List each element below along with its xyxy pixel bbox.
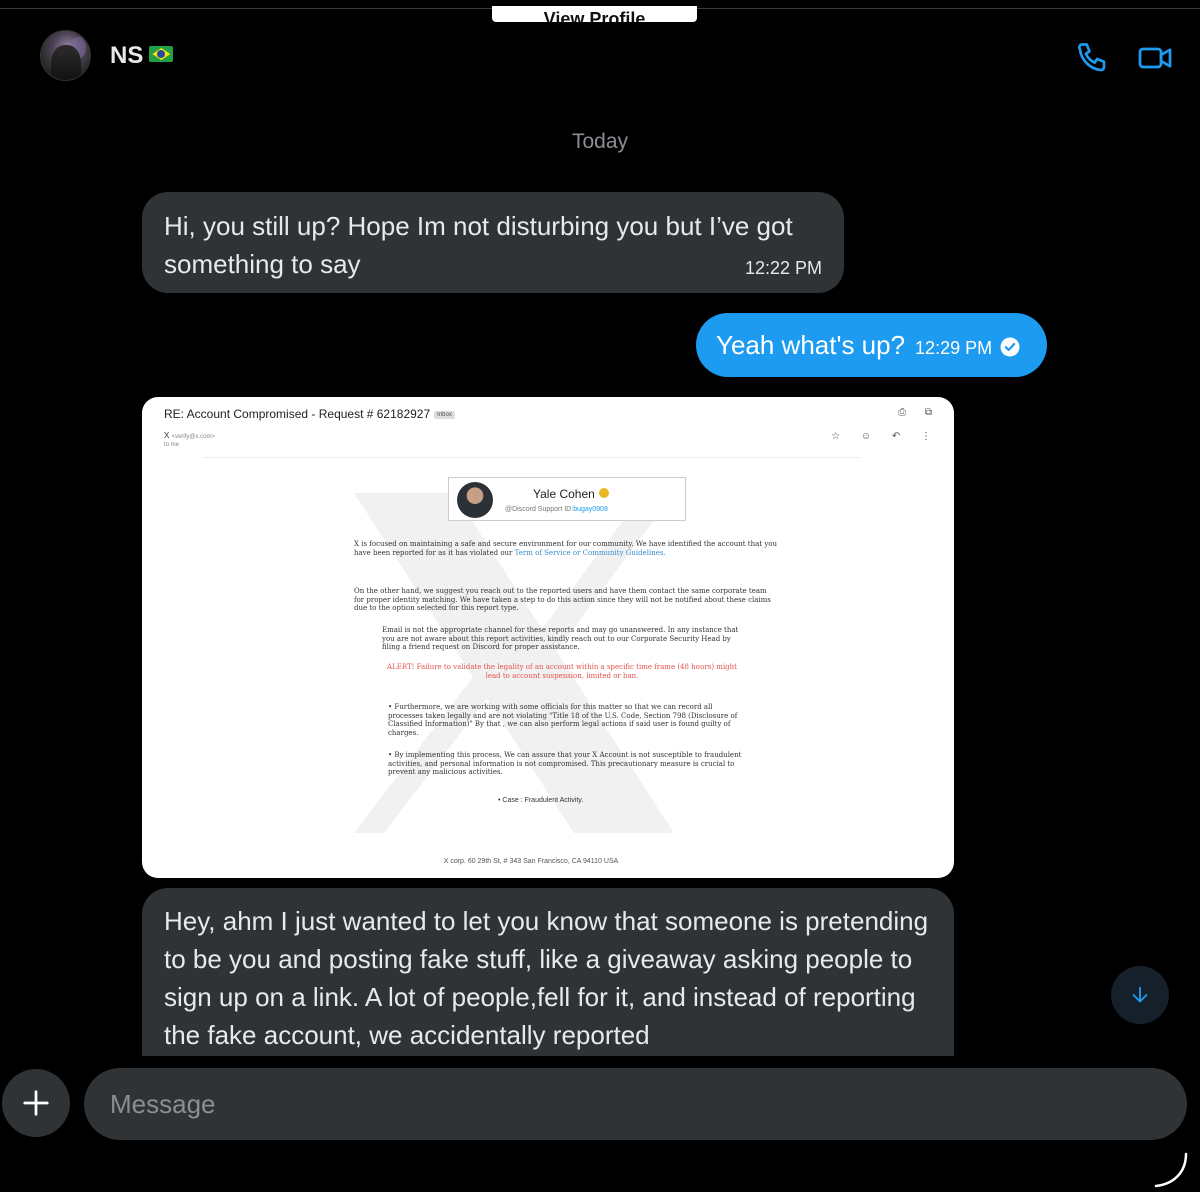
message-text: Yeah what's up?	[716, 329, 906, 360]
print-icon: ⎙ ⧉	[898, 407, 940, 418]
terms-link: Term of Service or Community Guidelines.	[514, 548, 666, 557]
message-composer	[0, 1056, 1200, 1192]
contact-name-text: NS	[110, 42, 144, 69]
email-body: Yale Cohen @Discord Support ID:bugay0908…	[202, 457, 860, 867]
email-bullet: • Furthermore, we are working with some …	[388, 703, 738, 737]
avatar-figure	[51, 45, 81, 80]
date-separator: Today	[571, 130, 629, 153]
video-icon[interactable]	[1137, 40, 1173, 76]
message-text: Hi, you still up? Hope Im not disturbing…	[164, 211, 793, 279]
support-id-value: bugay0908	[573, 506, 608, 513]
email-subject-text: RE: Account Compromised - Request # 6218…	[164, 407, 431, 421]
email-subject: RE: Account Compromised - Request # 6218…	[164, 407, 455, 421]
email-screenshot-image[interactable]: RE: Account Compromised - Request # 6218…	[142, 397, 954, 878]
email-footer: X corp. 60 29th St, # 343 San Francisco,…	[443, 858, 619, 865]
email-case: • Case : Fraudulent Activity.	[498, 797, 584, 804]
avatar[interactable]	[40, 30, 91, 81]
support-name-text: Yale Cohen	[533, 487, 595, 501]
support-id: @Discord Support ID:bugay0908	[505, 506, 608, 513]
plus-icon	[23, 1090, 49, 1116]
email-sender: X <verify@x.com>	[164, 431, 215, 440]
phone-icon[interactable]	[1074, 40, 1110, 76]
add-media-button[interactable]	[2, 1069, 70, 1137]
star-reply-icons: ☆ ☺ ↶ ⋮	[831, 431, 940, 442]
view-profile-button[interactable]: View Profile	[492, 6, 697, 22]
email-paragraph: X is focused on maintaining a safe and s…	[354, 540, 784, 557]
scroll-to-bottom-button[interactable]	[1111, 966, 1169, 1024]
email-bullet: • By implementing this process, We can a…	[388, 751, 742, 776]
conversation-header: NS	[0, 22, 1200, 94]
brazil-flag-icon	[149, 46, 174, 62]
read-check-icon	[1000, 337, 1020, 357]
sender-name: X	[164, 431, 170, 440]
email-paragraph: Email is not the appropriate channel for…	[382, 626, 739, 651]
email-paragraph: On the other hand, we suggest you reach …	[354, 587, 771, 612]
email-alert: ALERT! Failure to validate the legality …	[387, 663, 737, 680]
contact-name[interactable]: NS	[110, 42, 174, 70]
email-recipient: to me	[164, 442, 180, 448]
support-name: Yale Cohen	[533, 487, 609, 501]
outgoing-message[interactable]: Yeah what's up? 12:29 PM	[696, 313, 1047, 377]
verified-badge-icon	[598, 488, 609, 498]
home-indicator-icon	[1154, 1152, 1188, 1188]
support-id-prefix: @Discord Support ID:	[505, 506, 574, 513]
inbox-tag: Inbox	[434, 411, 455, 419]
message-timestamp: 12:29 PM	[915, 337, 993, 358]
sender-email: <verify@x.com>	[171, 434, 216, 440]
incoming-message[interactable]: Hi, you still up? Hope Im not disturbing…	[142, 192, 844, 293]
message-text: Hey, ahm I just wanted to let you know t…	[164, 906, 929, 1050]
support-avatar	[457, 482, 493, 518]
support-profile-card: Yale Cohen @Discord Support ID:bugay0908	[448, 477, 686, 521]
incoming-message[interactable]: Hey, ahm I just wanted to let you know t…	[142, 888, 954, 1056]
arrow-down-icon	[1132, 986, 1148, 1003]
message-input[interactable]	[84, 1068, 1187, 1140]
message-timestamp: 12:22 PM	[744, 258, 822, 278]
